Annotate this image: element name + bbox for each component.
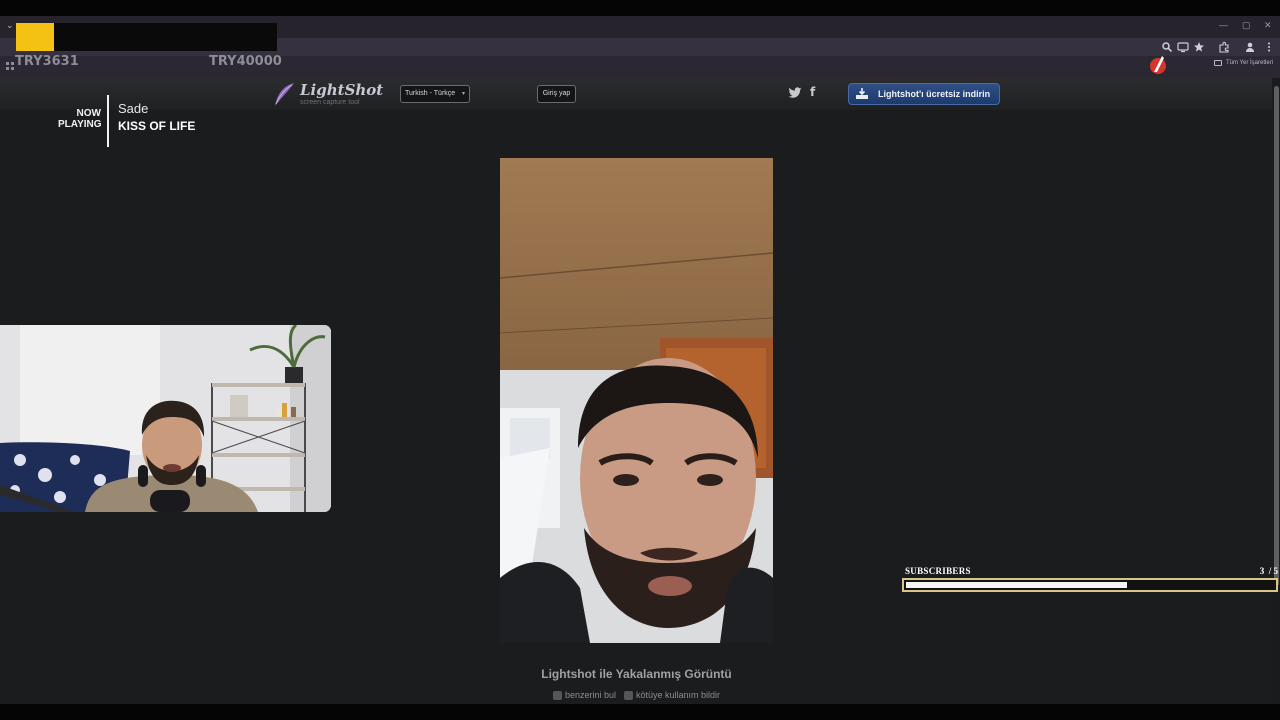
now-playing-artist: Sade [118, 101, 149, 116]
tab-search-menu[interactable]: ⌄ [6, 20, 16, 30]
search-similar-icon [552, 690, 562, 700]
logo-wordmark: LightShot [300, 81, 384, 99]
subscriber-goal-count: 3 / 5 [1259, 566, 1278, 576]
logo-tagline: screen capture tool [300, 99, 360, 106]
language-select-value: Turkish - Türkçe [405, 90, 456, 97]
subscriber-goal-label: SUBSCRIBERS [905, 566, 971, 576]
bookmarks-bar [0, 56, 1280, 78]
redaction-box-black [54, 23, 277, 51]
language-select[interactable]: Turkish - Türkçe ▾ [400, 85, 470, 103]
login-button[interactable]: Giriş yap [537, 85, 576, 103]
page-scrollbar-thumb[interactable] [1274, 86, 1279, 586]
lightshot-extension-icon[interactable] [1148, 54, 1168, 76]
find-similar-label: benzerini bul [564, 690, 616, 700]
top-letterbox [0, 0, 1280, 16]
now-playing-song: KISS OF LIFE [118, 119, 196, 133]
maximize-button[interactable]: ▢ [1242, 20, 1251, 30]
now-playing-label: NOW PLAYING [58, 108, 102, 130]
twitter-icon[interactable] [788, 87, 802, 99]
bookmark-star-icon[interactable] [1193, 41, 1205, 53]
chevron-down-icon: ▾ [461, 91, 465, 97]
donation-goal-right: TRY40000 [209, 54, 282, 69]
image-caption: Lightshot ile Yakalanmış Görüntü [541, 667, 732, 681]
bottom-letterbox [0, 704, 1280, 720]
redaction-box-yellow [16, 23, 54, 51]
extensions-icon[interactable] [1218, 41, 1230, 53]
subscriber-goal-bar [902, 578, 1278, 592]
profile-avatar-icon[interactable] [1244, 41, 1256, 53]
all-bookmarks-label: Tüm Yer İşaretleri [1226, 60, 1274, 66]
webcam-overlay [0, 325, 331, 512]
download-lightshot-button[interactable]: Lightshot'ı ücretsiz indirin [848, 83, 1000, 105]
subscriber-goal-fill [906, 582, 1127, 588]
all-bookmarks-folder[interactable]: Tüm Yer İşaretleri [1214, 60, 1273, 66]
now-playing-divider [107, 95, 109, 147]
browser-menu-icon[interactable] [1263, 41, 1275, 53]
find-similar-link[interactable]: benzerini bul [552, 689, 616, 701]
lightshot-header [0, 78, 1272, 110]
report-abuse-link[interactable]: kötüye kullanım bildir [624, 689, 720, 701]
lightshot-logo[interactable]: LightShot screen capture tool [272, 82, 383, 108]
facebook-icon[interactable]: f [810, 85, 815, 99]
donation-total-left: TRY3631 [15, 54, 79, 69]
trash-icon [624, 690, 633, 700]
folder-icon [1214, 60, 1222, 66]
captured-photo [500, 158, 773, 643]
install-app-icon[interactable] [1177, 41, 1189, 53]
report-abuse-label: kötüye kullanım bildir [636, 690, 721, 700]
minimize-button[interactable]: — [1219, 20, 1228, 30]
close-window-button[interactable]: ✕ [1264, 20, 1272, 30]
screenshot-image[interactable] [500, 158, 773, 643]
zoom-icon[interactable] [1161, 41, 1173, 53]
apps-grid-icon[interactable] [6, 62, 14, 70]
feather-logo-icon [275, 83, 294, 106]
webcam-scene [0, 325, 331, 512]
download-cloud-icon [856, 88, 868, 99]
image-actions: benzerini bul kötüye kullanım bildir [500, 689, 773, 701]
download-button-label: Lightshot'ı ücretsiz indirin [878, 89, 991, 99]
